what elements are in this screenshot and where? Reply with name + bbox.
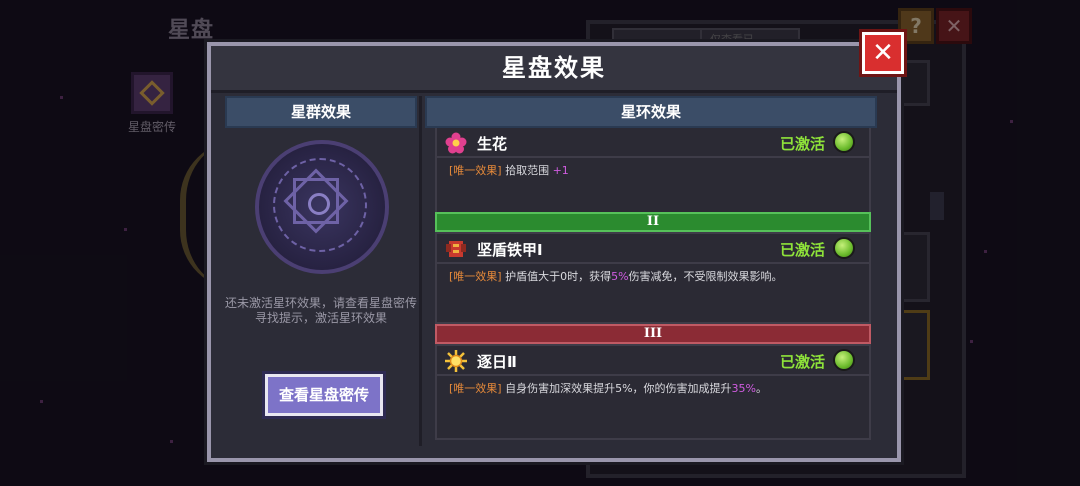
active-orb-icon xyxy=(833,349,855,371)
ring-effects-list[interactable]: 生花 已激活 [唯一效果] 拾取范围 +1 II 坚盾铁甲Ⅰ 已激活 [唯一效果… xyxy=(435,128,871,440)
effect-name: 逐日Ⅱ xyxy=(477,353,517,371)
tier-3-divider: III xyxy=(435,324,871,344)
star-disc-image xyxy=(255,140,389,274)
effect-card: 生花 已激活 [唯一效果] 拾取范围 +1 xyxy=(435,128,871,218)
inactive-hint: 还未激活星环效果，请查看星盘密传寻找提示，激活星环效果 xyxy=(225,296,418,325)
sun-icon xyxy=(445,350,467,372)
effect-card: 逐日Ⅱ 已激活 [唯一效果] 自身伤害加深效果提升5%，你的伤害加成提升35%。 xyxy=(435,344,871,440)
unique-tag: [唯一效果] xyxy=(449,382,502,395)
active-orb-icon xyxy=(833,237,855,259)
flower-icon xyxy=(445,132,467,154)
effect-name: 生花 xyxy=(477,135,508,153)
active-orb-icon xyxy=(833,131,855,153)
ring-effects-header: 星环效果 xyxy=(425,96,877,128)
effect-status: 已激活 xyxy=(779,353,825,371)
disc-core xyxy=(308,193,330,215)
close-button[interactable]: ✕ xyxy=(862,32,904,74)
tier-2-divider: II xyxy=(435,212,871,232)
effect-description: [唯一效果] 自身伤害加深效果提升5%，你的伤害加成提升35%。 xyxy=(449,382,767,395)
effect-status: 已激活 xyxy=(779,135,825,153)
effect-name: 坚盾铁甲Ⅰ xyxy=(477,241,543,259)
view-legend-button[interactable]: 查看星盘密传 xyxy=(265,374,383,416)
constellation-effects-panel: 星群效果 还未激活星环效果，请查看星盘密传寻找提示，激活星环效果 查看星盘密传 xyxy=(225,96,417,440)
effect-card: 坚盾铁甲Ⅰ 已激活 [唯一效果] 护盾值大于0时，获得5%伤害减免，不受限制效果… xyxy=(435,232,871,324)
effect-description: [唯一效果] 护盾值大于0时，获得5%伤害减免，不受限制效果影响。 xyxy=(449,270,783,283)
constellation-effects-header: 星群效果 xyxy=(225,96,417,128)
effect-description: [唯一效果] 拾取范围 +1 xyxy=(449,164,569,177)
column-divider xyxy=(419,96,422,446)
unique-tag: [唯一效果] xyxy=(449,164,502,177)
star-disc-effects-dialog: 星盘效果 星群效果 还未激活星环效果，请查看星盘密传寻找提示，激活星环效果 查看… xyxy=(207,42,901,462)
effect-status: 已激活 xyxy=(779,241,825,259)
ring-effects-panel: 星环效果 生花 已激活 [唯一效果] 拾取范围 +1 II 坚盾铁甲Ⅰ 已激活 … xyxy=(425,96,877,440)
dialog-title: 星盘效果 xyxy=(211,46,897,93)
armor-icon xyxy=(446,241,466,257)
unique-tag: [唯一效果] xyxy=(449,270,502,283)
